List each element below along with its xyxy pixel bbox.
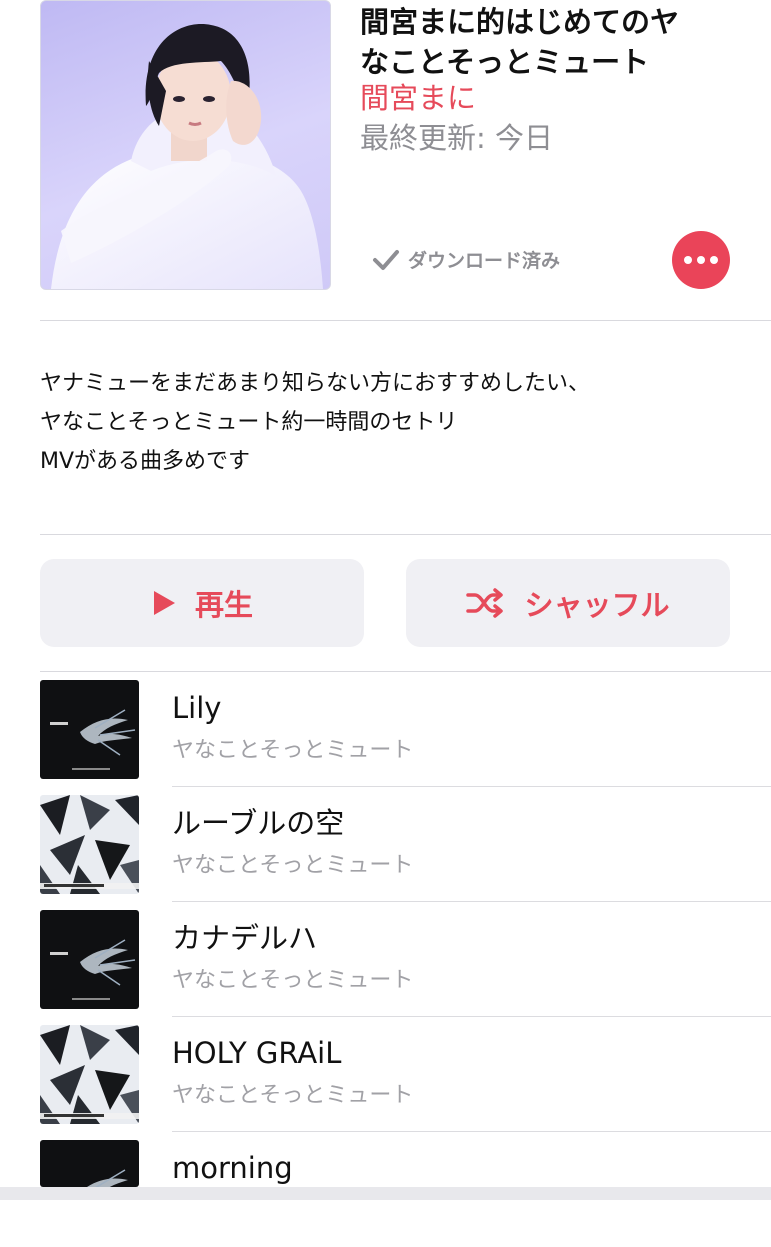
play-button-label: 再生 <box>194 588 253 622</box>
shuffle-button[interactable]: シャッフル <box>406 559 730 647</box>
playlist-description: ヤナミューをまだあまり知らない方におすすめしたい、 ヤなことそっとミュート約一時… <box>40 364 740 481</box>
track-artist: ヤなことそっとミュート <box>172 853 414 878</box>
track-artwork <box>40 795 139 894</box>
album-art-dark-image <box>40 910 139 1009</box>
download-status: ダウンロード済み <box>372 246 560 273</box>
check-icon <box>373 249 399 270</box>
shuffle-button-label: シャッフル <box>524 588 670 622</box>
description-line: ヤナミューをまだあまり知らない方におすすめしたい、 <box>40 371 591 396</box>
download-status-label: ダウンロード済み <box>408 250 561 272</box>
track-artist: ヤなことそっとミュート <box>172 1083 414 1108</box>
more-icon-dot <box>684 256 692 264</box>
album-art-dark-image <box>40 680 139 779</box>
description-divider <box>40 534 771 535</box>
more-icon-dot <box>697 256 705 264</box>
track-row[interactable]: Lily ヤなことそっとミュート <box>0 672 771 787</box>
cover-portrait-image <box>51 24 323 289</box>
header-divider <box>40 320 771 321</box>
album-art-shards-image <box>40 795 139 894</box>
play-icon <box>153 591 175 615</box>
track-artist: ヤなことそっとミュート <box>172 738 414 763</box>
playlist-title: 間宮まに的はじめてのヤ なことそっとミュート <box>360 2 740 82</box>
playlist-header: 間宮まに的はじめてのヤ なことそっとミュート 間宮まに 最終更新: 今日 ダウン… <box>0 0 771 320</box>
track-title: morning <box>172 1151 293 1185</box>
track-artwork <box>40 680 139 779</box>
track-title: ルーブルの空 <box>172 806 345 840</box>
playlist-title-line-2: なことそっとミュート <box>360 45 650 79</box>
last-updated-text: 最終更新: 今日 <box>360 121 553 155</box>
track-title: カナデルハ <box>172 921 318 955</box>
track-row[interactable]: カナデルハ ヤなことそっとミュート <box>0 902 771 1017</box>
more-options-button[interactable] <box>672 231 730 289</box>
album-art-dark-image <box>40 1140 139 1187</box>
album-art-shards-image <box>40 1025 139 1124</box>
track-artwork <box>40 910 139 1009</box>
playlist-curator-link[interactable]: 間宮まに <box>360 80 476 116</box>
description-line: ヤなことそっとミュート約一時間のセトリ <box>40 410 458 435</box>
shuffle-icon <box>466 588 504 618</box>
playlist-title-line-1: 間宮まに的はじめてのヤ <box>360 5 680 39</box>
track-title: HOLY GRAiL <box>172 1036 342 1070</box>
more-icon-dot <box>710 256 718 264</box>
play-button[interactable]: 再生 <box>40 559 364 647</box>
track-artist: ヤなことそっとミュート <box>172 968 414 993</box>
track-row[interactable]: ルーブルの空 ヤなことそっとミュート <box>0 787 771 902</box>
playlist-cover-art[interactable] <box>40 0 331 290</box>
track-artwork <box>40 1140 139 1187</box>
description-line: MVがある曲多めです <box>40 449 251 474</box>
track-row[interactable]: HOLY GRAiL ヤなことそっとミュート <box>0 1017 771 1132</box>
track-artwork <box>40 1025 139 1124</box>
track-title: Lily <box>172 691 222 725</box>
bottom-bar <box>0 1187 771 1200</box>
